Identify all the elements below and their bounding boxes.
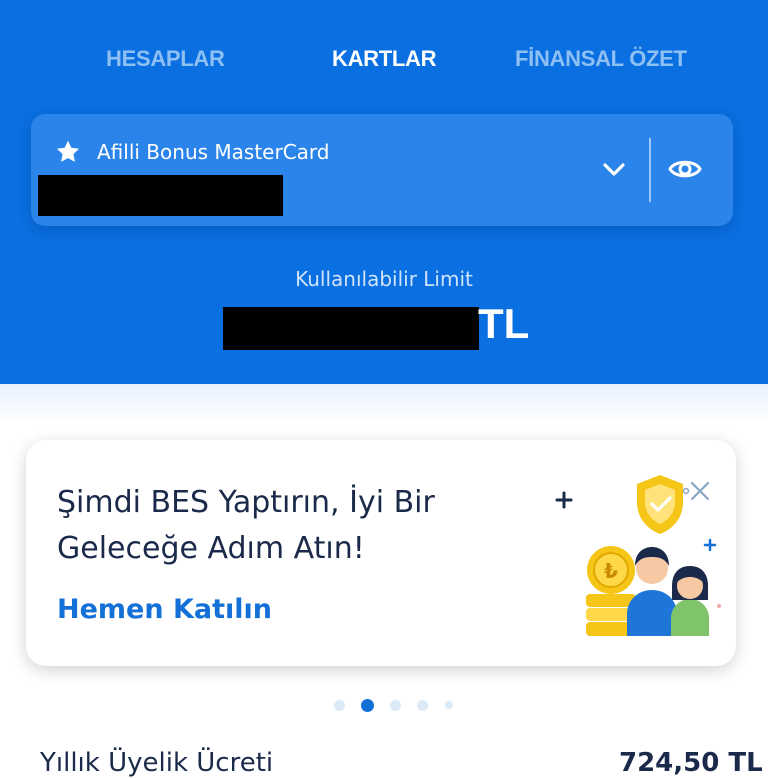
promo-card[interactable]: Şimdi BES Yaptırın, İyi Bir Geleceğe Adı…: [26, 440, 736, 666]
tab-kartlar[interactable]: KARTLAR: [332, 46, 437, 72]
annual-fee-label: Yıllık Üyelik Ücreti: [40, 748, 274, 778]
star-icon[interactable]: [55, 139, 81, 165]
eye-icon[interactable]: [667, 154, 703, 184]
selector-divider: [649, 138, 651, 202]
promo-title: Şimdi BES Yaptırın, İyi Bir Geleceğe Adı…: [57, 485, 435, 566]
tab-hesaplar[interactable]: HESAPLAR: [106, 46, 225, 72]
carousel-dot[interactable]: [390, 700, 401, 711]
tab-finansal-ozet[interactable]: FİNANSAL ÖZET: [515, 46, 687, 72]
card-selector[interactable]: Afilli Bonus MasterCard: [31, 114, 733, 226]
chevron-down-icon[interactable]: [599, 158, 629, 182]
header-fade: [0, 384, 768, 424]
tab-bar: HESAPLAR KARTLAR FİNANSAL ÖZET: [0, 40, 768, 126]
carousel-indicator: [334, 698, 454, 712]
limit-currency: TL: [478, 300, 530, 347]
bes-illustration: ₺: [555, 475, 721, 636]
people-icon: [627, 547, 709, 636]
carousel-dot[interactable]: [417, 700, 428, 711]
limit-label: Kullanılabilir Limit: [295, 267, 473, 291]
promo-join-link[interactable]: Hemen Katılın: [57, 594, 272, 625]
card-number-redacted: [38, 175, 283, 216]
annual-fee-value: 724,50 TL: [619, 748, 763, 778]
card-name: Afilli Bonus MasterCard: [97, 140, 330, 164]
shield-check-icon: [637, 475, 683, 534]
limit-value-redacted: [223, 307, 479, 350]
carousel-dot[interactable]: [334, 700, 345, 711]
svg-text:₺: ₺: [604, 559, 618, 583]
plus-icon: [555, 491, 573, 509]
carousel-dot-active[interactable]: [361, 699, 374, 712]
carousel-dot[interactable]: [445, 701, 453, 709]
plus-icon: [703, 538, 717, 552]
